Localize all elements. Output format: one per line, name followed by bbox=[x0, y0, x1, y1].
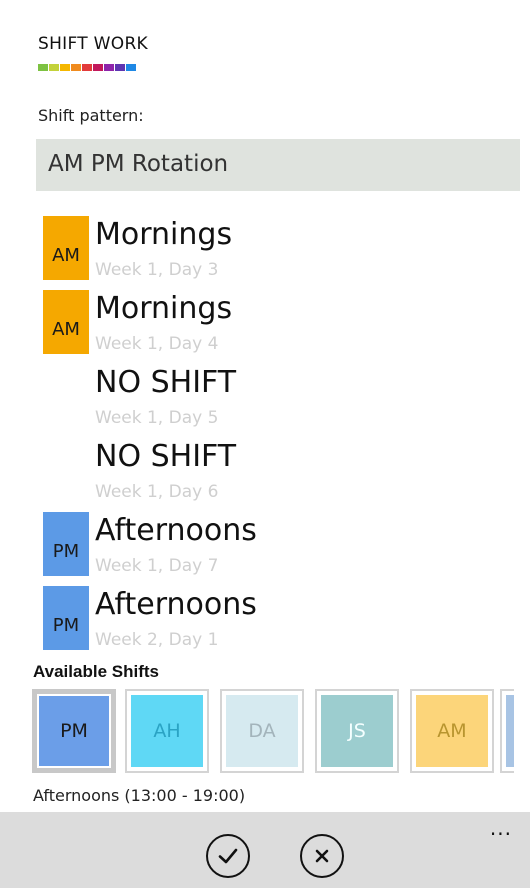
app-bar: ... bbox=[0, 812, 530, 888]
available-shift-tile[interactable]: PM bbox=[32, 689, 116, 773]
shift-row[interactable]: PM Afternoons Week 1, Day 7 bbox=[43, 508, 513, 582]
shift-row[interactable]: PM Afternoons Week 2, Day 1 bbox=[43, 582, 513, 656]
available-shift-code: AM bbox=[416, 695, 488, 767]
brand-color-swatch bbox=[126, 64, 136, 71]
shift-day: Week 2, Day 1 bbox=[95, 630, 219, 650]
check-icon bbox=[218, 848, 238, 864]
accept-button[interactable] bbox=[206, 834, 250, 878]
shift-code-badge: AM bbox=[43, 216, 89, 280]
shift-row[interactable]: AM Mornings Week 1, Day 4 bbox=[43, 286, 513, 360]
shift-name: NO SHIFT bbox=[95, 365, 237, 400]
cancel-button[interactable] bbox=[300, 834, 344, 878]
shift-pattern-field[interactable]: AM PM Rotation bbox=[36, 139, 520, 191]
shift-name: Mornings bbox=[95, 217, 233, 252]
brand-color-swatch bbox=[104, 64, 114, 71]
shift-name: Afternoons bbox=[95, 513, 257, 548]
brand-color-swatch bbox=[115, 64, 125, 71]
shift-code-badge: PM bbox=[43, 512, 89, 576]
available-shift-tile[interactable] bbox=[500, 689, 514, 773]
shift-code-badge: AM bbox=[43, 290, 89, 354]
available-shift-tile[interactable]: DA bbox=[220, 689, 304, 773]
available-shift-tile[interactable]: JS bbox=[315, 689, 399, 773]
selected-shift-description: Afternoons (13:00 - 19:00) bbox=[33, 786, 246, 805]
shift-name: NO SHIFT bbox=[95, 439, 237, 474]
shift-list: AM Mornings Week 1, Day 3 AM Mornings Week 1,… bbox=[43, 212, 513, 656]
brand-color-swatch bbox=[93, 64, 103, 71]
available-shifts-title: Available Shifts bbox=[33, 662, 159, 681]
available-shift-tile[interactable]: AM bbox=[410, 689, 494, 773]
brand-color-swatch bbox=[71, 64, 81, 71]
brand-color-swatch bbox=[82, 64, 92, 71]
available-shift-code: DA bbox=[226, 695, 298, 767]
available-shifts-strip[interactable]: PM AH DA JS AM bbox=[32, 689, 514, 775]
shift-day: Week 1, Day 3 bbox=[95, 260, 219, 280]
available-shift-tile[interactable]: AH bbox=[125, 689, 209, 773]
available-shift-code: AH bbox=[131, 695, 203, 767]
brand-color-swatch bbox=[38, 64, 48, 71]
brand-color-bar bbox=[38, 64, 136, 71]
available-shift-code bbox=[506, 695, 514, 767]
shift-code-badge: PM bbox=[43, 586, 89, 650]
available-shift-code: PM bbox=[39, 696, 109, 766]
shift-name: Afternoons bbox=[95, 587, 257, 622]
shift-row[interactable]: NO SHIFT Week 1, Day 6 bbox=[43, 434, 513, 508]
shift-name: Mornings bbox=[95, 291, 233, 326]
shift-day: Week 1, Day 4 bbox=[95, 334, 219, 354]
close-icon bbox=[315, 849, 329, 863]
shift-day: Week 1, Day 6 bbox=[95, 482, 219, 502]
app-title: SHIFT WORK bbox=[38, 34, 149, 54]
shift-day: Week 1, Day 5 bbox=[95, 408, 219, 428]
shift-pattern-label: Shift pattern: bbox=[38, 106, 144, 125]
available-shift-code: JS bbox=[321, 695, 393, 767]
brand-color-swatch bbox=[60, 64, 70, 71]
shift-row[interactable]: AM Mornings Week 1, Day 3 bbox=[43, 212, 513, 286]
shift-row[interactable]: NO SHIFT Week 1, Day 5 bbox=[43, 360, 513, 434]
shift-day: Week 1, Day 7 bbox=[95, 556, 219, 576]
brand-color-swatch bbox=[49, 64, 59, 71]
more-options-button[interactable]: ... bbox=[490, 816, 512, 840]
